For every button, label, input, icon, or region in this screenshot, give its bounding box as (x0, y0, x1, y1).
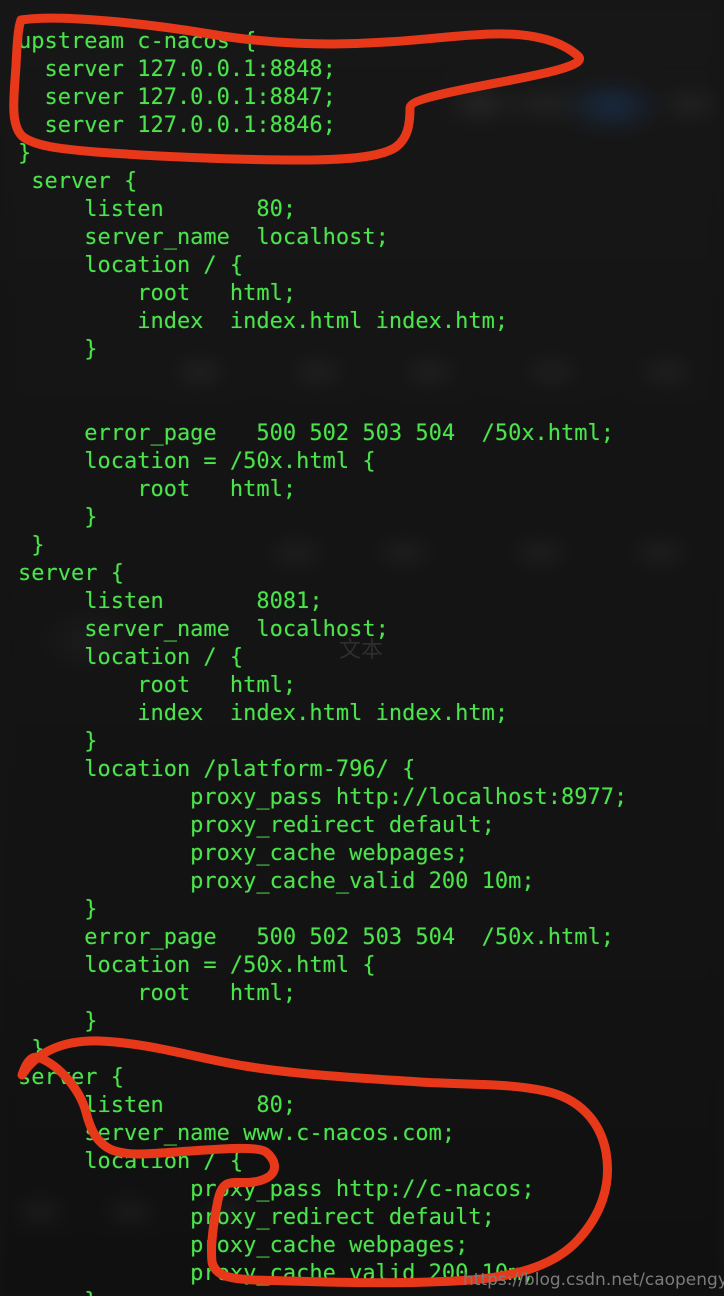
watermark-layer: 文本 https://blog.csdn.net/caopengyuan (0, 0, 724, 1296)
blog-url-watermark: https://blog.csdn.net/caopengyuan (463, 1270, 724, 1290)
terminal-screenshot: upstream c-nacos { server 127.0.0.1:8848… (0, 0, 724, 1296)
cjk-watermark-text: 文本 (339, 638, 384, 663)
